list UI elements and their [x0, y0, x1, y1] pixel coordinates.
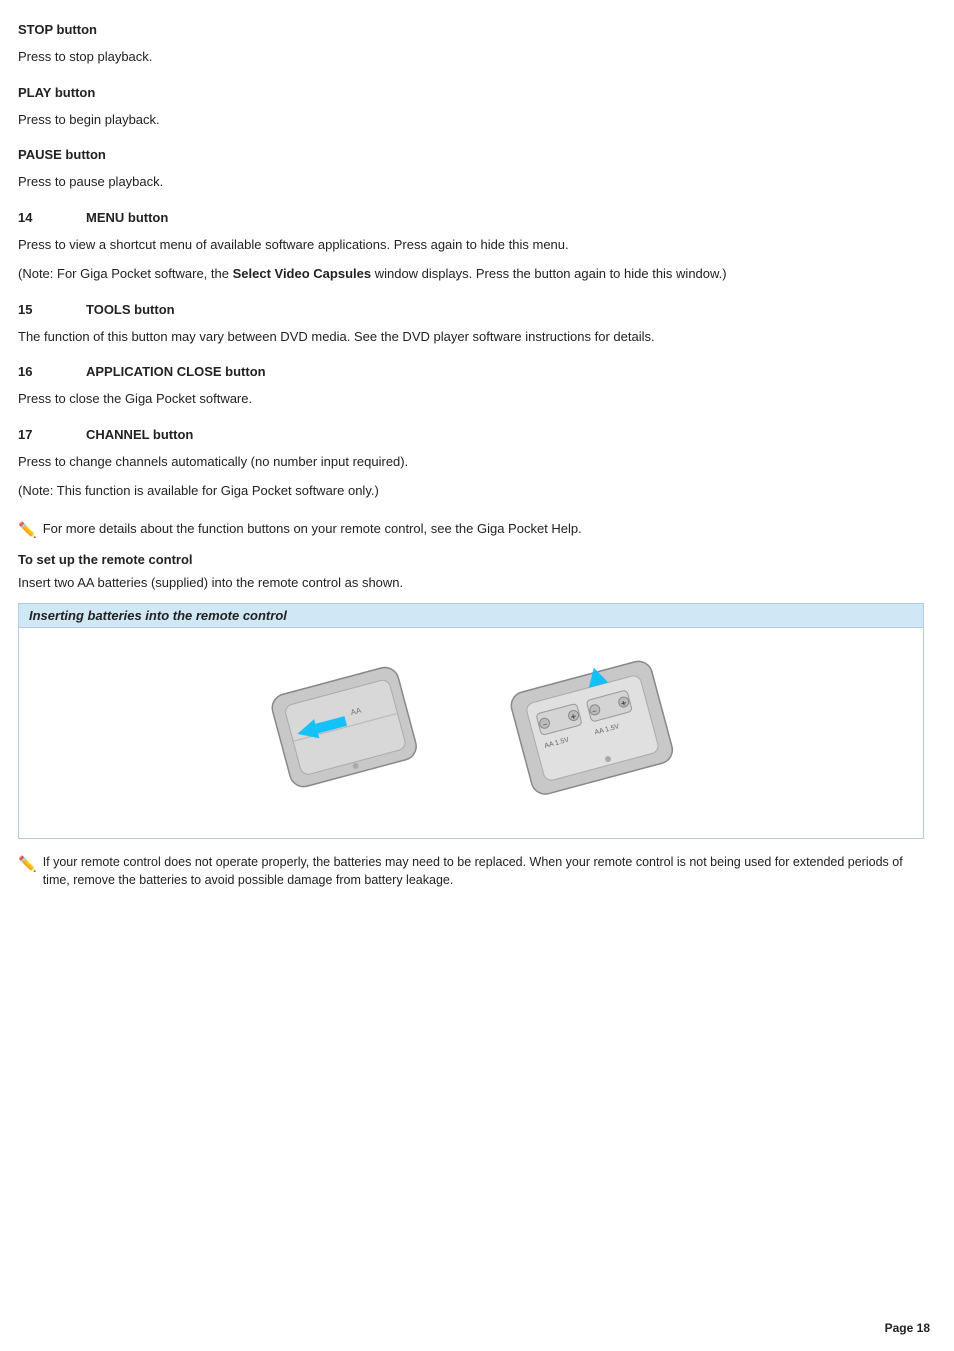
- channel-button-label: CHANNEL button: [86, 427, 193, 442]
- tools-button-num: 15: [18, 302, 86, 317]
- pause-button-text: Press to pause playback.: [18, 172, 924, 192]
- pause-button-heading: PAUSE button: [18, 147, 924, 162]
- pause-button-section: PAUSE button Press to pause playback.: [18, 147, 924, 192]
- play-button-heading: PLAY button: [18, 85, 924, 100]
- setup-heading: To set up the remote control: [18, 552, 924, 567]
- appclose-button-heading: 16 APPLICATION CLOSE button: [18, 364, 924, 379]
- channel-button-heading: 17 CHANNEL button: [18, 427, 924, 442]
- setup-text: Insert two AA batteries (supplied) into …: [18, 573, 924, 593]
- menu-button-heading: 14 MENU button: [18, 210, 924, 225]
- appclose-button-text: Press to close the Giga Pocket software.: [18, 389, 924, 409]
- menu-button-section: 14 MENU button Press to view a shortcut …: [18, 210, 924, 284]
- remote-right-svg: − + − + AA 1.5V AA 1.5V: [491, 648, 711, 818]
- menu-button-label: MENU button: [86, 210, 168, 225]
- tools-button-text: The function of this button may vary bet…: [18, 327, 924, 347]
- bottom-note-row: ✏️ If your remote control does not opera…: [18, 853, 924, 891]
- image-box-title: Inserting batteries into the remote cont…: [19, 604, 923, 628]
- channel-button-note: (Note: This function is available for Gi…: [18, 481, 924, 501]
- remote-left-svg: AA: [251, 648, 451, 818]
- tip1-icon: ✏️: [18, 520, 37, 543]
- menu-button-note: (Note: For Giga Pocket software, the Sel…: [18, 264, 924, 284]
- channel-button-num: 17: [18, 427, 86, 442]
- image-box-content: AA − +: [19, 628, 923, 838]
- channel-button-text: Press to change channels automatically (…: [18, 452, 924, 472]
- stop-button-section: STOP button Press to stop playback.: [18, 22, 924, 67]
- play-button-section: PLAY button Press to begin playback.: [18, 85, 924, 130]
- tip1-text: For more details about the function butt…: [43, 519, 582, 539]
- bottom-note-text: If your remote control does not operate …: [43, 853, 924, 891]
- tools-button-label: TOOLS button: [86, 302, 175, 317]
- bottom-note-icon: ✏️: [18, 854, 37, 877]
- play-button-text: Press to begin playback.: [18, 110, 924, 130]
- tools-button-heading: 15 TOOLS button: [18, 302, 924, 317]
- stop-button-text: Press to stop playback.: [18, 47, 924, 67]
- remote-right-image: − + − + AA 1.5V AA 1.5V: [491, 648, 691, 818]
- menu-button-num: 14: [18, 210, 86, 225]
- channel-button-section: 17 CHANNEL button Press to change channe…: [18, 427, 924, 501]
- menu-note-bold: Select Video Capsules: [233, 266, 372, 281]
- tip1-row: ✏️ For more details about the function b…: [18, 519, 924, 543]
- page-footer: Page 18: [885, 1321, 930, 1335]
- appclose-button-label: APPLICATION CLOSE button: [86, 364, 266, 379]
- battery-image-box: Inserting batteries into the remote cont…: [18, 603, 924, 839]
- menu-button-text: Press to view a shortcut menu of availab…: [18, 235, 924, 255]
- appclose-button-section: 16 APPLICATION CLOSE button Press to clo…: [18, 364, 924, 409]
- remote-left-image: AA: [251, 648, 451, 818]
- appclose-button-num: 16: [18, 364, 86, 379]
- stop-button-heading: STOP button: [18, 22, 924, 37]
- tools-button-section: 15 TOOLS button The function of this but…: [18, 302, 924, 347]
